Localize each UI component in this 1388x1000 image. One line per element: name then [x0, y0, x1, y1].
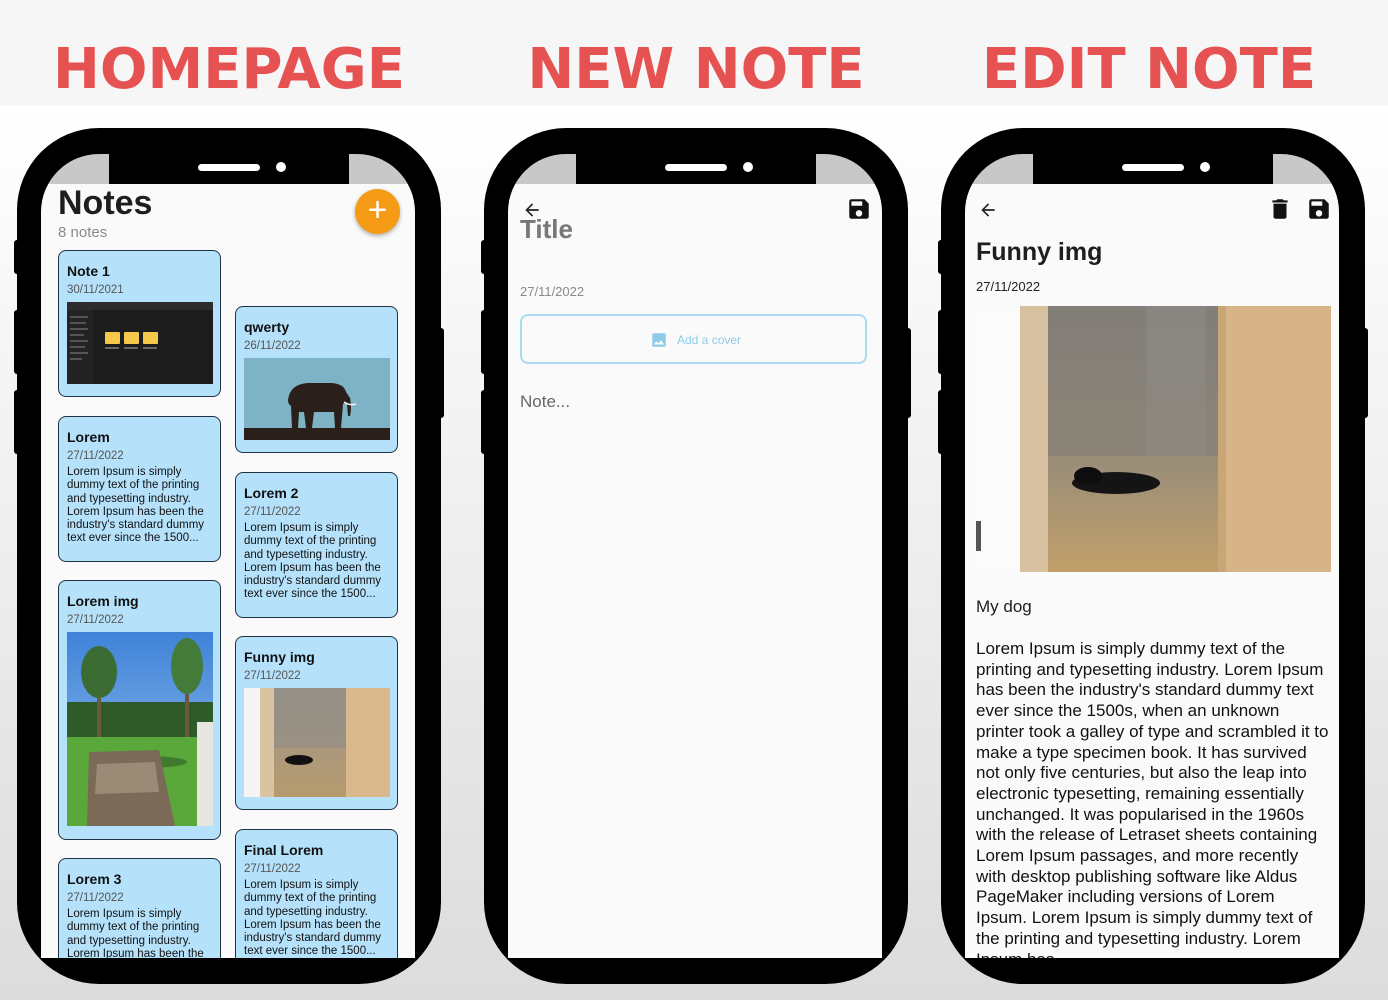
note-card-title: Final Lorem: [244, 842, 324, 858]
phone-screen: Funny img 27/11/2022 My dog Lorem Ipsum …: [965, 154, 1339, 958]
note-card-image: [244, 688, 390, 797]
phone-side-button: [903, 328, 911, 418]
plus-icon: +: [367, 191, 388, 229]
headline-homepage: HOMEPAGE: [53, 37, 405, 102]
note-card-date: 27/11/2022: [67, 614, 124, 626]
note-card-title: Funny img: [244, 649, 315, 665]
note-card[interactable]: Lorem 3 27/11/2022 Lorem Ipsum is simply…: [58, 858, 221, 958]
phone-side-button: [14, 240, 22, 274]
save-button[interactable]: [846, 196, 872, 222]
note-card-preview: Lorem Ipsum is simply dummy text of the …: [67, 908, 204, 958]
phone-edit-note: Funny img 27/11/2022 My dog Lorem Ipsum …: [938, 128, 1368, 984]
note-card-title: Lorem img: [67, 593, 139, 609]
note-card-image: [244, 358, 390, 440]
speaker-grille: [1122, 164, 1184, 171]
note-card-date: 30/11/2021: [67, 284, 124, 296]
note-card[interactable]: Funny img 27/11/2022: [235, 636, 398, 810]
note-card-image: [67, 632, 213, 826]
note-card-date: 27/11/2022: [244, 506, 301, 518]
phone-side-button: [481, 310, 489, 374]
front-camera: [743, 162, 753, 172]
note-card-date: 27/11/2022: [67, 892, 124, 904]
phone-screen: Title 27/11/2022 Add a cover Note...: [508, 154, 882, 958]
phone-homepage: Notes 8 notes + Note 1 30/11/2021 Lorem …: [14, 128, 444, 984]
note-date: 27/11/2022: [976, 279, 1041, 294]
notes-count: 8 notes: [58, 224, 108, 241]
note-title[interactable]: Funny img: [976, 238, 1102, 267]
phone-side-button: [481, 240, 489, 274]
add-cover-label: Add a cover: [677, 333, 742, 347]
edit-note-app: Funny img 27/11/2022 My dog Lorem Ipsum …: [965, 184, 1339, 958]
note-card-date: 27/11/2022: [67, 450, 124, 462]
note-subtitle[interactable]: My dog: [976, 597, 1032, 617]
speaker-grille: [665, 164, 727, 171]
headline-edit-note: EDIT NOTE: [981, 37, 1317, 102]
note-cover-image[interactable]: [976, 306, 1331, 572]
speaker-grille: [198, 164, 260, 171]
note-card-title: Note 1: [67, 263, 110, 279]
phone-side-button: [938, 310, 946, 374]
note-card-date: 27/11/2022: [244, 670, 301, 682]
phone-side-button: [14, 310, 22, 374]
add-note-button[interactable]: +: [355, 189, 400, 234]
note-card[interactable]: Lorem 2 27/11/2022 Lorem Ipsum is simply…: [235, 472, 398, 618]
note-body[interactable]: Lorem Ipsum is simply dummy text of the …: [976, 639, 1329, 958]
note-card[interactable]: Note 1 30/11/2021: [58, 250, 221, 397]
note-card[interactable]: Lorem 27/11/2022 Lorem Ipsum is simply d…: [58, 416, 221, 562]
note-card-date: 26/11/2022: [244, 340, 301, 352]
phone-side-button: [938, 390, 946, 454]
new-note-app: Title 27/11/2022 Add a cover Note...: [508, 184, 882, 958]
phone-side-button: [1360, 328, 1368, 418]
note-card-title: qwerty: [244, 319, 290, 335]
front-camera: [1200, 162, 1210, 172]
arrow-left-icon: [981, 203, 995, 217]
image-icon: [652, 333, 666, 347]
save-icon: [1309, 199, 1329, 219]
note-card[interactable]: Lorem img 27/11/2022: [58, 580, 221, 840]
phone-side-button: [436, 328, 444, 418]
note-card-preview: Lorem Ipsum is simply dummy text of the …: [244, 879, 382, 958]
note-card-title: Lorem: [67, 429, 110, 445]
note-date: 27/11/2022: [520, 284, 585, 299]
note-card[interactable]: qwerty 26/11/2022: [235, 306, 398, 453]
phone-side-button: [938, 240, 946, 274]
front-camera: [276, 162, 286, 172]
phone-screen: Notes 8 notes + Note 1 30/11/2021 Lorem …: [41, 154, 415, 958]
note-card-preview: Lorem Ipsum is simply dummy text of the …: [244, 522, 382, 601]
phone-side-button: [481, 390, 489, 454]
delete-button[interactable]: [1267, 196, 1293, 222]
back-button[interactable]: [978, 200, 998, 220]
page-title: Notes: [58, 184, 153, 222]
save-icon: [849, 199, 869, 219]
note-card-preview: Lorem Ipsum is simply dummy text of the …: [67, 466, 205, 545]
note-card-image: [67, 302, 213, 384]
phone-side-button: [14, 390, 22, 454]
note-card-title: Lorem 3: [67, 871, 122, 887]
note-card-title: Lorem 2: [244, 485, 299, 501]
headline-new-note: NEW NOTE: [527, 37, 865, 102]
phone-new-note: Title 27/11/2022 Add a cover Note...: [481, 128, 911, 984]
note-card-date: 27/11/2022: [244, 863, 301, 875]
homepage-app: Notes 8 notes + Note 1 30/11/2021 Lorem …: [41, 184, 415, 958]
trash-icon: [1272, 199, 1288, 219]
save-button[interactable]: [1306, 196, 1332, 222]
add-cover-button[interactable]: Add a cover: [520, 314, 867, 364]
note-input[interactable]: Note...: [520, 392, 570, 412]
note-card[interactable]: Final Lorem 27/11/2022 Lorem Ipsum is si…: [235, 829, 398, 958]
title-input[interactable]: Title: [520, 214, 573, 245]
